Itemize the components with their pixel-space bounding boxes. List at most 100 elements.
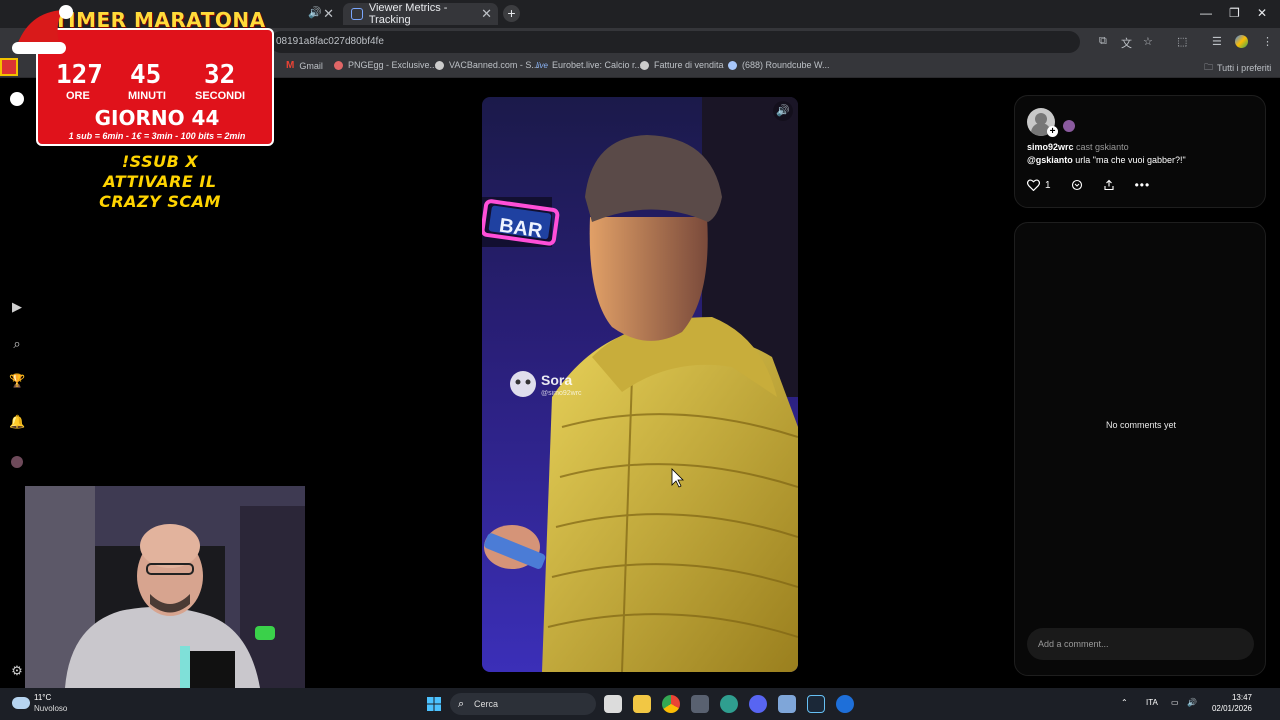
clock-time: 13:47 [1231, 693, 1252, 702]
bookmark-label: VACBanned.com - S... [449, 60, 539, 70]
bookmark-item[interactable]: (688) Roundcube W... [728, 60, 830, 70]
more-options-button[interactable]: ••• [1135, 178, 1151, 192]
post-caption: @gskianto urla "ma che vuoi gabber?!" [1027, 155, 1186, 165]
bookmark-item[interactable]: M Gmail [286, 60, 323, 71]
volume-icon[interactable]: 🔊 [776, 104, 790, 117]
santa-hat-icon [12, 5, 73, 54]
task-view-icon[interactable] [604, 695, 622, 713]
more-icon: ••• [1134, 178, 1151, 192]
extensions-icon[interactable]: ⬚ [1177, 35, 1187, 48]
like-count: 1 [1045, 179, 1051, 191]
timer-hours: 127 [56, 60, 103, 90]
bookmark-label: Fatture di vendita [654, 60, 724, 70]
bell-icon[interactable]: 🔔 [9, 414, 25, 430]
heart-icon [1027, 179, 1040, 191]
network-icon[interactable]: ▭ [1171, 698, 1179, 707]
chrome-icon[interactable] [662, 695, 680, 713]
promo-line: !SSUB X [121, 152, 199, 171]
maximize-icon[interactable]: ❐ [1229, 6, 1240, 20]
bookmark-label: Eurobet.live: Calcio r... [552, 60, 643, 70]
app-icon[interactable] [836, 695, 854, 713]
search-icon: ⌕ [458, 698, 465, 710]
caption-mention[interactable]: @gskianto [1027, 155, 1073, 165]
remix-button[interactable] [1071, 179, 1083, 191]
new-tab-button[interactable]: + [503, 5, 520, 22]
app-icon[interactable] [691, 695, 709, 713]
close-window-icon[interactable]: ✕ [1257, 6, 1267, 20]
url-field[interactable]: 08191a8fac027d80bf4fe [270, 31, 1080, 53]
video-player[interactable]: BAR Sora @simo92wrc 🔊 [482, 97, 798, 672]
globe-icon [334, 60, 343, 70]
timer-minutes: 45 [130, 60, 162, 90]
tab-search-icon[interactable]: ☰ [1212, 35, 1222, 48]
webcam-overlay [25, 486, 305, 688]
close-tab-icon[interactable]: ✕ [481, 6, 492, 22]
tray-overflow-icon[interactable]: ⌃ [1121, 698, 1128, 707]
file-explorer-icon[interactable] [633, 695, 651, 713]
comments-panel: No comments yet [1014, 222, 1266, 676]
globe-app-icon[interactable] [720, 695, 738, 713]
cloud-icon[interactable] [12, 697, 30, 709]
windows-taskbar: 11°C Nuvoloso ⌕ Cerca ⌃ ITA ▭ 🔊 13:47 02… [0, 688, 1280, 720]
taskbar-search[interactable]: ⌕ Cerca [450, 693, 596, 715]
share-button[interactable] [1103, 179, 1115, 191]
share-icon [1104, 179, 1114, 191]
bookmark-item[interactable]: live Eurobet.live: Calcio r... [536, 60, 642, 70]
bookmark-item[interactable]: VACBanned.com - S... [435, 60, 539, 70]
app-icon[interactable] [778, 695, 796, 713]
tab-viewer-metrics[interactable]: Viewer Metrics - Tracking ✕ [343, 2, 498, 26]
bookmark-item[interactable]: PNGEgg - Exclusive... [334, 60, 437, 70]
browser-menu-icon[interactable]: ⋮ [1262, 35, 1273, 48]
bookmark-label: Gmail [299, 60, 323, 71]
taskbar-search-label: Cerca [474, 699, 499, 709]
webcam-frame [25, 486, 305, 688]
minimize-icon[interactable]: — [1200, 6, 1212, 20]
promo-line: CRAZY SCAM [99, 192, 221, 211]
taskbar-clock[interactable]: 13:47 02/01/2026 [1210, 692, 1252, 714]
gift-icon [0, 58, 18, 76]
profile-avatar-icon[interactable] [9, 456, 25, 472]
timer-title: TIMER MARATONA [54, 8, 266, 32]
input-language[interactable]: ITA [1146, 698, 1158, 707]
bookmark-item[interactable]: Fatture di vendita [640, 60, 724, 70]
post-actions: 1 ••• [1027, 178, 1170, 192]
weather-condition[interactable]: Nuvoloso [34, 704, 67, 713]
roundcube-icon [728, 60, 737, 70]
translate-icon[interactable]: 文 [1121, 35, 1132, 51]
install-app-icon[interactable]: ⧉ [1099, 35, 1107, 48]
speaker-icon[interactable]: 🔊 [308, 6, 322, 19]
gmail-icon: M [286, 60, 295, 71]
bookmark-star-icon[interactable]: ☆ [1143, 35, 1153, 48]
timer-seconds-label: SECONDI [195, 90, 246, 102]
ghost-icon [10, 92, 24, 106]
follow-plus-icon[interactable]: + [1047, 126, 1058, 137]
like-button[interactable]: 1 [1027, 179, 1051, 191]
remix-icon [1071, 179, 1082, 191]
eurobet-icon: live [536, 60, 549, 70]
profile-avatar[interactable] [1235, 35, 1248, 48]
volume-icon[interactable]: 🔊 [1187, 698, 1197, 707]
cast-label[interactable]: cast gskianto [1076, 142, 1129, 152]
globe-icon [640, 60, 649, 70]
cast-avatar[interactable] [1063, 120, 1075, 132]
url-text: 08191a8fac027d80bf4fe [276, 36, 384, 47]
windows-start-icon[interactable] [427, 697, 441, 711]
screen: 🔊 ✕ Viewer Metrics - Tracking ✕ + — ❐ ✕ … [0, 0, 1280, 720]
timer-hours-label: ORE [66, 90, 90, 102]
globe-icon [435, 60, 444, 70]
trophy-icon[interactable]: 🏆 [9, 373, 25, 389]
all-bookmarks-folder[interactable]: 🗀 Tutti i preferiti [1204, 60, 1271, 76]
settings-icon[interactable]: ⚙ [9, 663, 25, 679]
search-icon[interactable]: ⌕ [9, 336, 25, 352]
discord-icon[interactable] [749, 695, 767, 713]
steam-icon[interactable] [807, 695, 825, 713]
close-tab-icon[interactable]: ✕ [323, 6, 334, 22]
play-icon[interactable]: ▶ [9, 299, 25, 315]
post-author-line: simo92wrc cast gskianto [1027, 142, 1129, 152]
caption-text: urla "ma che vuoi gabber?!" [1072, 155, 1186, 165]
weather-temperature[interactable]: 11°C [34, 693, 51, 702]
author-name[interactable]: simo92wrc [1027, 142, 1074, 152]
comment-input[interactable] [1027, 628, 1254, 660]
sora-watermark-handle: @simo92wrc [541, 390, 582, 397]
video-frame: BAR Sora @simo92wrc [482, 97, 798, 672]
